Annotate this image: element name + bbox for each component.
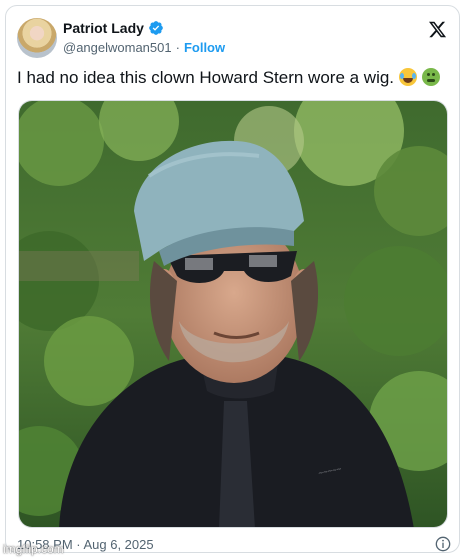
tweet-text: I had no idea this clown Howard Stern wo… — [17, 68, 395, 87]
nauseated-face-icon — [421, 68, 440, 86]
follow-button[interactable]: Follow — [184, 40, 225, 55]
author-name-row[interactable]: Patriot Lady — [63, 20, 164, 36]
info-icon[interactable] — [435, 536, 451, 552]
author-name[interactable]: Patriot Lady — [63, 20, 144, 36]
verified-badge-icon — [149, 21, 163, 35]
face-with-tears-of-joy-icon — [398, 68, 417, 86]
tweet-photo[interactable]: ~~~~~ — [18, 100, 448, 528]
author-handle[interactable]: @angelwoman501 — [63, 40, 172, 55]
tweet-text-block: I had no idea this clown Howard Stern wo… — [17, 67, 447, 89]
author-handle-row: @angelwoman501 · Follow — [63, 40, 225, 55]
separator-dot: · — [175, 40, 180, 55]
x-logo-icon[interactable] — [428, 20, 447, 39]
photo-illustration: ~~~~~ — [19, 101, 447, 527]
author-avatar[interactable] — [17, 18, 57, 58]
imgflip-watermark: imgflip.com — [3, 542, 64, 556]
